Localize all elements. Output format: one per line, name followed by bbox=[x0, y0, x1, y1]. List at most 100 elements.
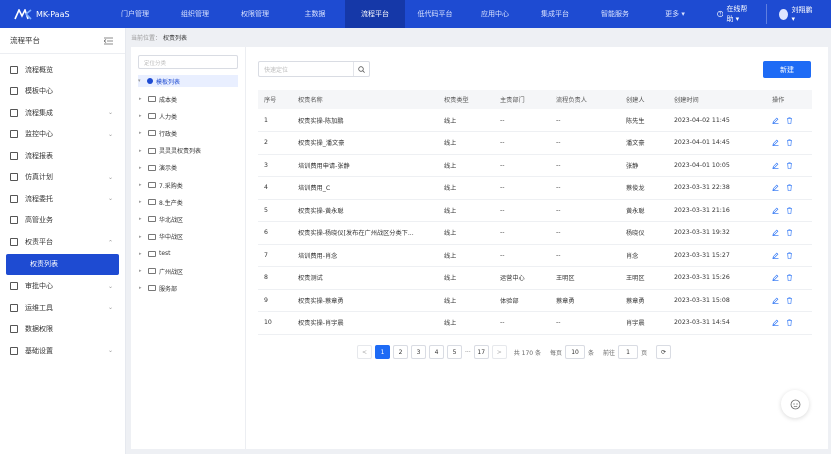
tree-node[interactable]: ▸ 华北战区 bbox=[139, 213, 183, 225]
tree-node[interactable]: ▸ 成本类 bbox=[139, 93, 177, 105]
user-menu[interactable]: 刘翔鹏 ▾ bbox=[767, 5, 813, 23]
expand-arrow-icon[interactable]: ▸ bbox=[139, 165, 145, 171]
top-nav-item[interactable]: 主数据 bbox=[285, 0, 345, 28]
tree-node[interactable]: ▸ 行政类 bbox=[139, 127, 177, 139]
tree-node[interactable]: ▸ 演示类 bbox=[139, 162, 177, 174]
sidebar-item[interactable]: 监控中心 ⌄ bbox=[0, 124, 125, 146]
top-nav-item[interactable]: 组织管理 bbox=[165, 0, 225, 28]
top-nav-item[interactable]: 低代码平台 bbox=[405, 0, 465, 28]
expand-arrow-icon[interactable]: ▸ bbox=[139, 268, 145, 274]
delete-icon[interactable] bbox=[786, 274, 793, 282]
delete-icon[interactable] bbox=[786, 184, 793, 192]
tree-node[interactable]: ▸ 广州战区 bbox=[139, 265, 183, 277]
edit-icon[interactable] bbox=[772, 229, 779, 237]
expand-arrow-icon[interactable]: ▸ bbox=[139, 130, 145, 136]
goto-page-input[interactable]: 1 bbox=[618, 345, 639, 359]
per-page-input[interactable]: 10 bbox=[565, 345, 586, 359]
edit-icon[interactable] bbox=[772, 184, 779, 192]
tree-node[interactable]: ▸ 服务部 bbox=[139, 282, 177, 294]
delete-icon[interactable] bbox=[786, 252, 793, 259]
table-row[interactable]: 9 权责实操-蔡章勇 线上 体验部 蔡章勇 蔡章勇 2023-03-31 15:08 bbox=[258, 289, 812, 312]
top-nav-item[interactable]: 权限管理 bbox=[225, 0, 285, 28]
delete-icon[interactable] bbox=[786, 162, 793, 169]
edit-icon[interactable] bbox=[772, 319, 779, 327]
table-row[interactable]: 5 权责实操-黄永聪 线上 -- -- 黄永聪 2023-03-31 21:16 bbox=[258, 199, 812, 222]
top-nav-item[interactable]: 门户管理 bbox=[105, 0, 165, 28]
top-nav-item[interactable]: 应用中心 bbox=[465, 0, 525, 28]
table-row[interactable]: 6 权责实操-杨晓仪[发布在广州战区分类下... 线上 -- -- 杨晓仪 2023-03-… bbox=[258, 221, 812, 245]
expand-arrow-icon[interactable]: ▸ bbox=[139, 285, 145, 291]
edit-icon[interactable] bbox=[772, 252, 779, 259]
brand-logo[interactable]: MK-PaaS bbox=[0, 8, 105, 20]
table-row[interactable]: 10 权责实操-肖宇晨 线上 -- -- 肖宇晨 2023-03-31 14:54 bbox=[258, 311, 812, 335]
new-button[interactable]: 新建 bbox=[763, 61, 811, 78]
sidebar-item[interactable]: 基础设置 ⌄ bbox=[0, 340, 125, 362]
page-button[interactable]: 4 bbox=[429, 345, 444, 359]
edit-icon[interactable] bbox=[772, 297, 779, 304]
delete-icon[interactable] bbox=[786, 117, 793, 124]
page-button[interactable]: 5 bbox=[447, 345, 462, 359]
quick-search-input[interactable]: 快速定位 bbox=[258, 61, 370, 77]
next-page-button[interactable]: > bbox=[491, 345, 507, 359]
prev-page-button[interactable]: < bbox=[357, 345, 372, 359]
page-button[interactable]: 17 bbox=[473, 345, 489, 359]
expand-arrow-icon[interactable]: ▸ bbox=[139, 234, 145, 240]
sidebar-item[interactable]: 数据权限 bbox=[0, 319, 125, 341]
search-button[interactable] bbox=[353, 62, 369, 76]
delete-icon[interactable] bbox=[786, 297, 793, 304]
tree-search-input[interactable]: 定位分类 bbox=[138, 55, 238, 69]
tree-node[interactable]: ▸ 华中战区 bbox=[139, 231, 183, 243]
sidebar-item[interactable]: 权责平台 ⌄ bbox=[0, 231, 125, 253]
edit-icon[interactable] bbox=[772, 207, 779, 214]
page-button[interactable]: 1 bbox=[375, 345, 390, 359]
expand-arrow-icon[interactable]: ▸ bbox=[139, 148, 145, 154]
table-row[interactable]: 3 培训费用申请-张静 线上 -- -- 张静 2023-04-01 10:05 bbox=[258, 154, 812, 177]
edit-icon[interactable] bbox=[772, 139, 779, 147]
edit-icon[interactable] bbox=[772, 117, 779, 124]
sidebar-item[interactable]: 高管业务 bbox=[0, 210, 125, 232]
expand-arrow-icon[interactable]: ▸ bbox=[139, 251, 145, 257]
table-row[interactable]: 4 培训费用_C 线上 -- -- 蔡俊龙 2023-03-31 22:38 bbox=[258, 176, 812, 200]
expand-arrow-icon[interactable]: ▸ bbox=[139, 113, 145, 119]
floating-assistant-button[interactable] bbox=[781, 390, 809, 418]
sidebar-item[interactable]: 审批中心 ⌄ bbox=[0, 276, 125, 298]
edit-icon[interactable] bbox=[772, 274, 779, 282]
delete-icon[interactable] bbox=[786, 229, 793, 237]
delete-icon[interactable] bbox=[786, 319, 793, 327]
expand-arrow-icon[interactable]: ▸ bbox=[139, 182, 145, 188]
table-row[interactable]: 7 培训费用-肖念 线上 -- -- 肖念 2023-03-31 15:27 bbox=[258, 244, 812, 267]
sidebar-item[interactable]: 流程集成 ⌄ bbox=[0, 102, 125, 124]
top-nav-item[interactable]: 智能服务 bbox=[585, 0, 645, 28]
edit-icon[interactable] bbox=[772, 162, 779, 169]
table-row[interactable]: 8 权责测试 线上 运营中心 王明区 王明区 2023-03-31 15:26 bbox=[258, 266, 812, 290]
tree-node[interactable]: ▸ 8.生产类 bbox=[139, 196, 183, 208]
tree-node[interactable]: ▸ 灵灵灵权责列表 bbox=[139, 145, 201, 157]
sidebar-item[interactable]: 流程概览 bbox=[0, 59, 125, 81]
sidebar-subitem-active[interactable]: 权责列表 bbox=[6, 253, 119, 275]
page-button[interactable]: 3 bbox=[411, 345, 426, 359]
page-button[interactable]: 2 bbox=[393, 345, 408, 359]
tree-root-node[interactable]: ▾ 模板列表 bbox=[138, 75, 238, 87]
collapse-sidebar-icon[interactable] bbox=[104, 37, 113, 45]
expand-arrow-icon[interactable]: ▸ bbox=[139, 216, 145, 222]
sidebar-item[interactable]: 流程报表 bbox=[0, 145, 125, 167]
expand-arrow-icon[interactable]: ▾ bbox=[138, 78, 144, 84]
sidebar-item[interactable]: 模板中心 bbox=[0, 81, 125, 103]
expand-arrow-icon[interactable]: ▸ bbox=[139, 199, 145, 205]
sidebar-item[interactable]: 仿真计划 ⌄ bbox=[0, 167, 125, 189]
top-nav-item[interactable]: 集成平台 bbox=[525, 0, 585, 28]
table-row[interactable]: 2 权责实操_潘文豪 线上 -- -- 潘文豪 2023-04-01 14:45 bbox=[258, 131, 812, 155]
top-nav-item[interactable]: 流程平台 bbox=[344, 0, 405, 28]
top-nav-item[interactable]: 更多 ▾ bbox=[645, 0, 705, 28]
online-help-button[interactable]: ? 在线帮助 ▾ bbox=[705, 4, 767, 24]
sidebar-item[interactable]: 流程委托 ⌄ bbox=[0, 188, 125, 210]
tree-node[interactable]: ▸ 7.采购类 bbox=[139, 179, 183, 191]
pagination-ellipsis[interactable]: ··· bbox=[465, 349, 471, 356]
delete-icon[interactable] bbox=[786, 207, 793, 214]
tree-node[interactable]: ▸ 人力类 bbox=[139, 110, 177, 122]
table-row[interactable]: 1 权责实操-陈加鹏 线上 -- -- 陈先生 2023-04-02 11:45 bbox=[258, 109, 812, 132]
sidebar-item[interactable]: 运维工具 ⌄ bbox=[0, 297, 125, 319]
delete-icon[interactable] bbox=[786, 139, 793, 147]
refresh-button[interactable]: ⟳ bbox=[656, 345, 672, 359]
expand-arrow-icon[interactable]: ▸ bbox=[139, 96, 145, 102]
